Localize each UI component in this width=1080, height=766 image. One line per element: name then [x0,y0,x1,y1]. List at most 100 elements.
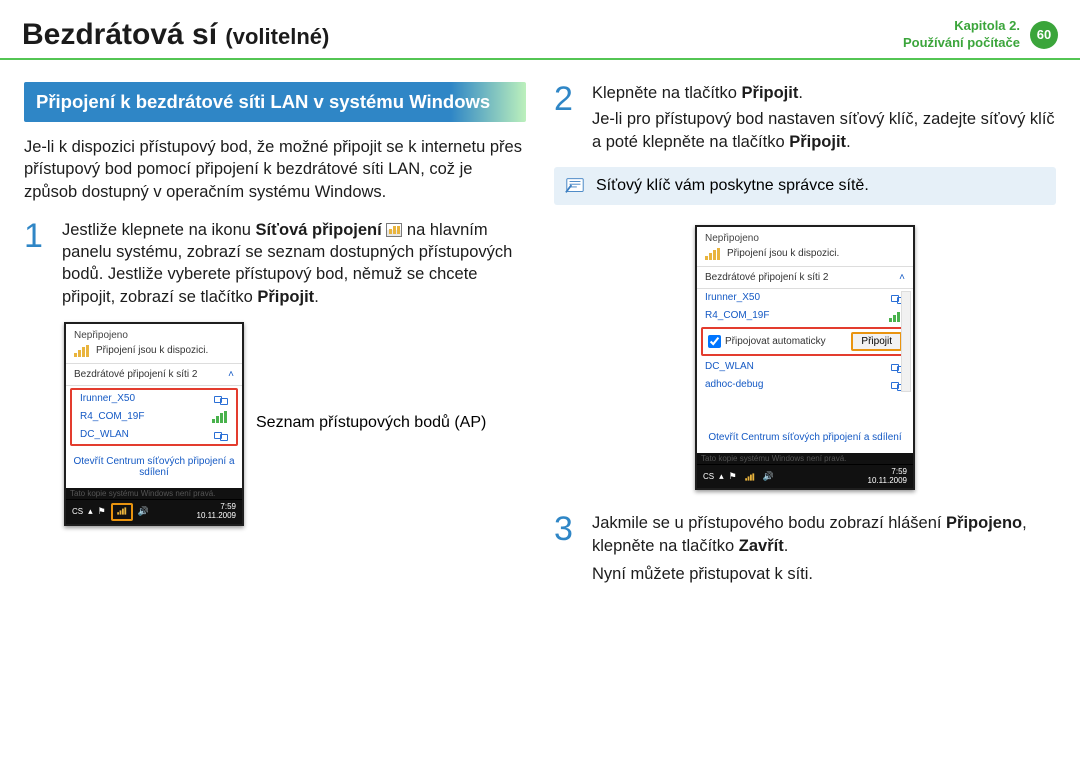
signal-bars-icon [74,345,90,357]
step1-bold1: Síťová připojení [256,221,382,239]
ap-row[interactable]: DC_WLAN [72,426,236,444]
taskbar: CS ▴ ⚑ 🔊 7:59 10.11.2009 [697,464,913,489]
chapter-line1: Kapitola 2. [903,18,1020,35]
network-tray-icon-highlight[interactable] [111,503,133,521]
adhoc-icon [214,429,228,441]
step3-l1-bold: Připojeno [946,514,1022,532]
step-number-3: 3 [554,512,582,585]
ap-name[interactable]: DC_WLAN [705,361,754,372]
chapter-label: Kapitola 2. Používání počítače [903,18,1020,52]
auto-connect-label: Připojovat automaticky [725,336,826,347]
chevron-up-icon[interactable]: ▴ [719,471,724,482]
step1-post2: . [314,288,319,306]
ap-row[interactable]: Irunner_X50 [72,390,236,408]
page-title: Bezdrátová sí (volitelné) [22,18,329,52]
title-optional: (volitelné) [225,24,329,49]
note-icon [564,176,586,196]
right-column: 2 Klepněte na tlačítko Připojit. Je-li p… [554,82,1056,599]
ap-row-selected[interactable]: R4_COM_19F [697,307,913,325]
open-network-center-link[interactable]: Otevřít Centrum síťových připojení a sdí… [66,448,242,488]
popup-status-section: Nepřipojeno Připojení jsou k dispozici. [697,227,913,267]
ap-row[interactable]: adhoc-debug [697,376,913,394]
popup-status-title: Nepřipojeno [74,330,234,341]
step2-l1-post: . [798,84,803,102]
taskbar-clock[interactable]: 7:59 10.11.2009 [197,503,236,521]
network-tray-icon [386,223,402,237]
step-3: 3 Jakmile se u přístupového bodu zobrazí… [554,512,1056,585]
flag-icon[interactable]: ⚑ [729,471,737,482]
title-main: Bezdrátová sí [22,18,217,51]
ap-name[interactable]: Irunner_X50 [705,292,760,303]
note-box: Síťový klíč vám poskytne správce sítě. [554,167,1056,205]
step3-l1-post: . [784,537,789,555]
note-text: Síťový klíč vám poskytne správce sítě. [596,177,869,194]
step2-l1-bold: Připojit [742,84,799,102]
ap-row[interactable]: R4_COM_19F [72,408,236,426]
page-body: Připojení k bezdrátové síti LAN v systém… [0,60,1080,621]
step1-pre: Jestliže klepnete na ikonu [62,221,256,239]
system-tray: CS ▴ ⚑ 🔊 [72,503,149,521]
open-network-center-link[interactable]: Otevřít Centrum síťových připojení a sdí… [697,424,913,453]
system-tray: CS ▴ ⚑ 🔊 [703,471,774,483]
ap-name[interactable]: R4_COM_19F [705,310,769,321]
step1-bold2: Připojit [257,288,314,306]
network-tray-icon[interactable] [745,473,755,480]
figure-ap-list: Nepřipojeno Připojení jsou k dispozici. … [64,322,526,526]
intro-paragraph: Je-li k dispozici přístupový bod, že mož… [24,136,526,203]
network-popup-connect: Nepřipojeno Připojení jsou k dispozici. … [695,225,915,491]
popup-status-available: Připojení jsou k dispozici. [96,345,208,356]
connect-panel: Připojovat automaticky Připojit [701,327,909,356]
connect-button[interactable]: Připojit [851,332,902,351]
header-right: Kapitola 2. Používání počítače 60 [903,18,1058,52]
ap-name[interactable]: R4_COM_19F [80,411,144,422]
ap-name[interactable]: adhoc-debug [705,379,763,390]
popup-status-available: Připojení jsou k dispozici. [727,248,839,259]
ap-list-callout-label: Seznam přístupových bodů (AP) [256,413,486,434]
ap-list: Irunner_X50 R4_COM_19F Připojovat automa… [697,289,913,394]
ap-name[interactable]: Irunner_X50 [80,393,135,404]
popup-status-title: Nepřipojeno [705,233,905,244]
step-1: 1 Jestliže klepnete na ikonu Síťová přip… [24,219,526,308]
signal-bars-icon [212,411,228,423]
step2-l2-post: . [846,133,851,151]
auto-connect-input[interactable] [708,335,721,348]
popup-interface-label: Bezdrátové připojení k síti 2 [74,369,197,380]
section-heading: Připojení k bezdrátové síti LAN v systém… [24,82,526,122]
step-2: 2 Klepněte na tlačítko Připojit. Je-li p… [554,82,1056,153]
page-number-badge: 60 [1030,21,1058,49]
chevron-up-icon: ˄ [899,272,905,283]
step2-l2-bold: Připojit [789,133,846,151]
popup-interface-label: Bezdrátové připojení k síti 2 [705,272,828,283]
step2-l1-pre: Klepněte na tlačítko [592,84,742,102]
chevron-up-icon[interactable]: ▴ [88,506,93,517]
step-2-text: Klepněte na tlačítko Připojit. Je-li pro… [592,82,1056,153]
volume-icon[interactable]: 🔊 [763,471,774,482]
step3-l2: Nyní můžete přistupovat k síti. [592,563,1056,585]
lang-indicator[interactable]: CS [72,507,83,516]
scrollbar[interactable] [901,291,911,392]
taskbar-clock[interactable]: 7:59 10.11.2009 [868,468,907,486]
network-popup: Nepřipojeno Připojení jsou k dispozici. … [64,322,244,526]
taskbar: CS ▴ ⚑ 🔊 7:59 10.11.2009 [66,499,242,524]
left-column: Připojení k bezdrátové síti LAN v systém… [24,82,526,599]
step-3-text: Jakmile se u přístupového bodu zobrazí h… [592,512,1056,585]
popup-status-section: Nepřipojeno Připojení jsou k dispozici. [66,324,242,364]
adhoc-icon [214,393,228,405]
popup-interface-row: Bezdrátové připojení k síti 2 ˄ [66,364,242,386]
taskbar-date: 10.11.2009 [868,477,907,486]
step-number-1: 1 [24,219,52,308]
auto-connect-checkbox[interactable]: Připojovat automaticky [708,335,826,348]
signal-bars-icon [705,248,721,260]
taskbar-date: 10.11.2009 [197,512,236,521]
lang-indicator[interactable]: CS [703,472,714,481]
ap-name[interactable]: DC_WLAN [80,429,129,440]
step-number-2: 2 [554,82,582,153]
flag-icon[interactable]: ⚑ [98,506,106,517]
popup-interface-row: Bezdrátové připojení k síti 2 ˄ [697,267,913,289]
step-1-text: Jestliže klepnete na ikonu Síťová připoj… [62,219,526,308]
ap-row[interactable]: Irunner_X50 [697,289,913,307]
volume-icon[interactable]: 🔊 [138,506,149,517]
step3-l1-bold2: Zavřít [739,537,784,555]
ap-row[interactable]: DC_WLAN [697,358,913,376]
windows-genuine-notice: Tato kopie systému Windows není pravá. [66,488,242,499]
